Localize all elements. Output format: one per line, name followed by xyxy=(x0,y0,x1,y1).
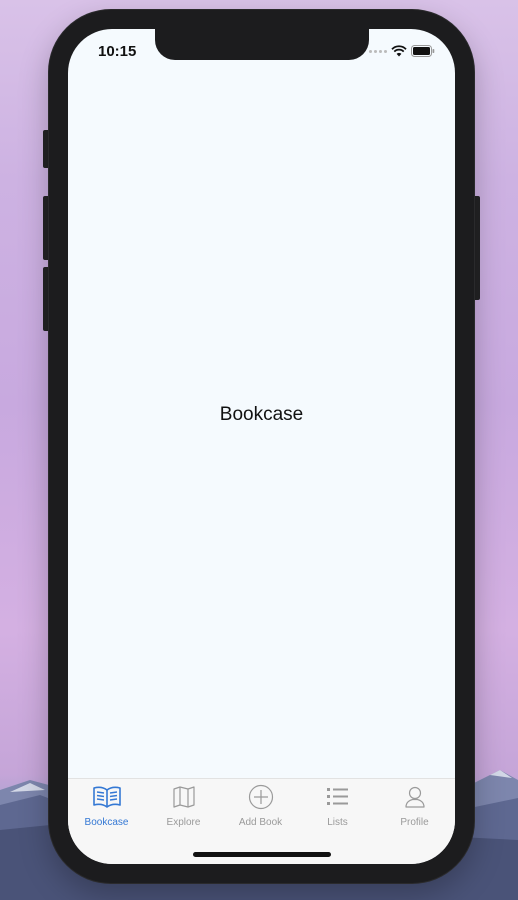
status-time: 10:15 xyxy=(98,43,137,60)
tab-add-book[interactable]: Add Book xyxy=(222,779,299,839)
notch xyxy=(155,29,369,60)
tab-bookcase[interactable]: Bookcase xyxy=(68,779,145,839)
wifi-icon xyxy=(391,45,407,57)
status-icons xyxy=(369,43,435,59)
tab-label-explore: Explore xyxy=(166,817,201,828)
map-icon xyxy=(172,785,196,809)
tab-profile[interactable]: Profile xyxy=(376,779,453,839)
tab-label-add-book: Add Book xyxy=(238,817,283,828)
tab-lists[interactable]: Lists xyxy=(299,779,376,839)
signal-icon xyxy=(369,49,387,53)
tab-label-lists: Lists xyxy=(327,817,348,828)
open-book-icon xyxy=(92,785,122,809)
home-indicator[interactable] xyxy=(193,852,331,857)
tab-explore[interactable]: Explore xyxy=(145,779,222,839)
phone-screen: 10:15 Bookcase Bookcase Explore Add Book… xyxy=(68,29,455,864)
tab-label-profile: Profile xyxy=(400,817,429,828)
person-icon xyxy=(404,785,426,809)
power-button xyxy=(473,196,480,300)
screen-title: Bookcase xyxy=(219,404,304,425)
plus-circle-icon xyxy=(248,784,274,810)
battery-icon xyxy=(411,45,435,57)
list-icon xyxy=(326,785,350,809)
phone-frame: 10:15 Bookcase Bookcase Explore Add Book… xyxy=(49,10,474,883)
tab-label-bookcase: Bookcase xyxy=(84,817,129,828)
